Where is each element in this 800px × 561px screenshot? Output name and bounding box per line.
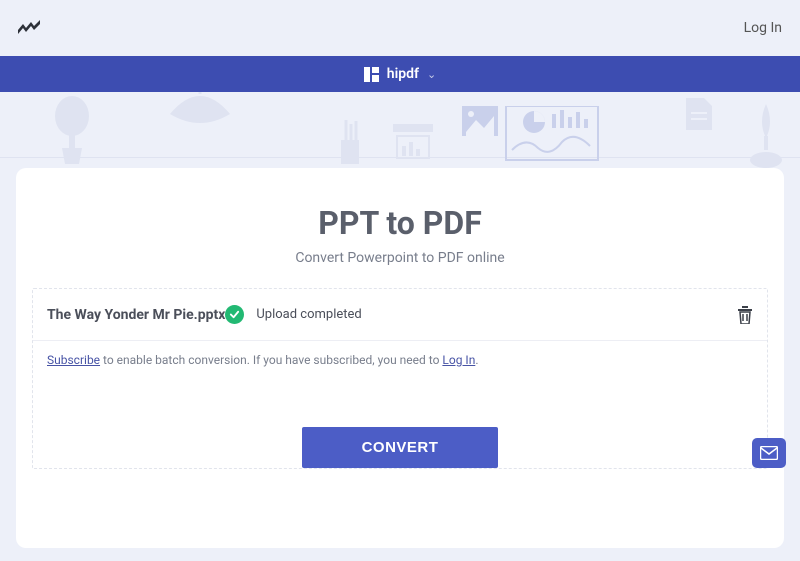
mail-button[interactable]: [752, 438, 786, 468]
brand-bar[interactable]: hipdf ⌄: [0, 56, 800, 92]
page-subtitle: Convert Powerpoint to PDF online: [16, 250, 784, 266]
info-text-1: to enable batch conversion. If you have …: [100, 353, 442, 367]
upload-status: Upload completed: [256, 307, 361, 322]
info-row: Subscribe to enable batch conversion. If…: [33, 341, 767, 379]
file-name: The Way Yonder Mr Pie.pptx: [47, 307, 225, 323]
convert-button[interactable]: CONVERT: [302, 427, 499, 468]
trash-icon[interactable]: [737, 306, 753, 324]
file-panel: The Way Yonder Mr Pie.pptx Upload comple…: [32, 288, 768, 469]
brand-name: hipdf: [387, 66, 419, 82]
login-link[interactable]: Log In: [744, 20, 782, 36]
wondershare-logo: [18, 20, 40, 36]
subscribe-link[interactable]: Subscribe: [47, 353, 100, 367]
hipdf-logo-icon: [364, 67, 379, 82]
chevron-down-icon: ⌄: [427, 68, 436, 81]
top-bar: Log In: [0, 0, 800, 56]
illustration-band: [0, 92, 800, 168]
page-title: PPT to PDF: [16, 204, 784, 242]
info-text-2: .: [475, 353, 478, 367]
login-inline-link[interactable]: Log In: [442, 353, 475, 367]
status-block: Upload completed: [225, 305, 737, 324]
check-icon: [225, 305, 244, 324]
file-row: The Way Yonder Mr Pie.pptx Upload comple…: [33, 289, 767, 341]
converter-card: PPT to PDF Convert Powerpoint to PDF onl…: [16, 168, 784, 548]
